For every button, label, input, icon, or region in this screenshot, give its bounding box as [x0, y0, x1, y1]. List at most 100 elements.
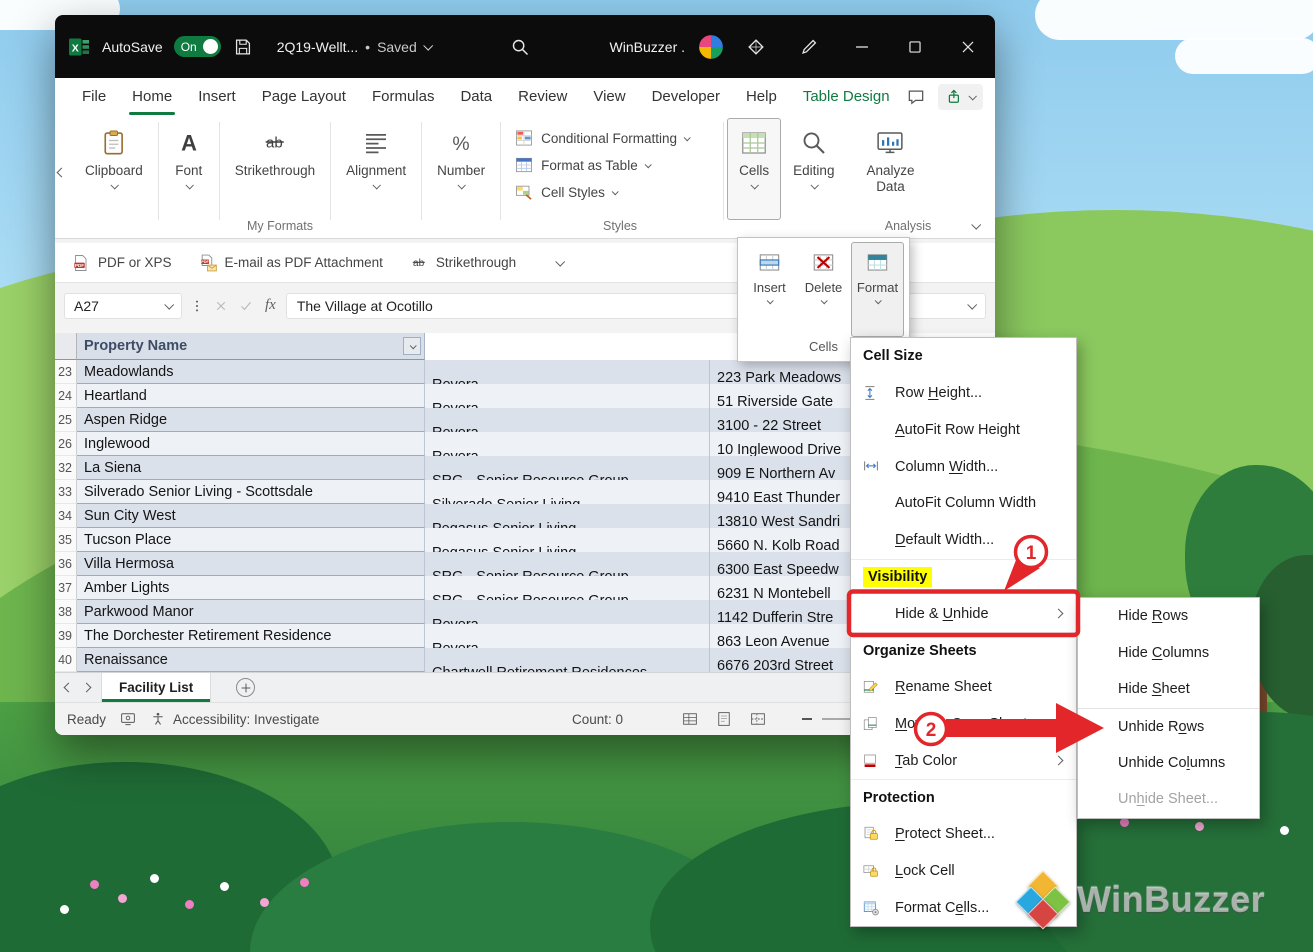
ribbon-button-number[interactable]: %Number	[425, 118, 497, 220]
ribbon-button-cell-styles[interactable]: Cell Styles	[514, 182, 710, 202]
ribbon-button-clipboard[interactable]: Clipboard	[73, 118, 155, 220]
tab-file[interactable]: File	[69, 78, 119, 115]
name-box[interactable]: A27	[64, 293, 182, 319]
ribbon-button-cells[interactable]: Cells	[727, 118, 781, 220]
cell[interactable]: Silverado Senior Living - Scottsdale	[77, 480, 425, 504]
ribbon-button-analyze-data[interactable]: Analyze Data	[846, 118, 934, 220]
tab-home[interactable]: Home	[119, 78, 185, 115]
record-icon[interactable]	[119, 710, 137, 728]
row-number[interactable]: 24	[55, 384, 77, 408]
row-number[interactable]: 25	[55, 408, 77, 432]
menu-item-move-or-copy-sheet[interactable]: Move or Copy Sheet	[851, 706, 1076, 743]
filter-button[interactable]	[403, 337, 421, 355]
comments-icon[interactable]	[906, 87, 926, 107]
cell[interactable]: Tucson Place	[77, 528, 425, 552]
cell[interactable]: Renaissance	[77, 648, 425, 672]
popup-button-delete[interactable]: Delete	[797, 242, 850, 337]
row-number[interactable]: 35	[55, 528, 77, 552]
cell[interactable]: Sun City West	[77, 504, 425, 528]
account-name[interactable]: WinBuzzer .	[610, 39, 685, 55]
tab-help[interactable]: Help	[733, 78, 790, 115]
menu-item-protect-sheet[interactable]: Protect Sheet...	[851, 816, 1076, 853]
view-break-icon[interactable]	[749, 710, 767, 728]
cancel-icon[interactable]	[212, 297, 230, 315]
formula-bar-options-icon[interactable]	[189, 298, 205, 314]
cell[interactable]: Aspen Ridge	[77, 408, 425, 432]
menu-item-row-height[interactable]: Row Height...	[851, 375, 1076, 412]
ribbon-button-editing[interactable]: Editing	[781, 118, 846, 220]
popup-button-insert[interactable]: Insert	[743, 242, 796, 337]
menu-item-autofit-row-height[interactable]: AutoFit Row Height	[851, 412, 1076, 449]
sheet-nav-left-icon[interactable]	[64, 683, 74, 693]
quick-tool-pdf-or-xps[interactable]: PDFPDF or XPS	[71, 253, 172, 273]
tab-formulas[interactable]: Formulas	[359, 78, 448, 115]
row-number[interactable]: 38	[55, 600, 77, 624]
cell[interactable]: La Siena	[77, 456, 425, 480]
maximize-button[interactable]	[894, 25, 936, 69]
cell[interactable]: Inglewood	[77, 432, 425, 456]
status-count[interactable]: Count: 0	[572, 712, 623, 727]
menu-item-format-cells[interactable]: Format Cells...	[851, 889, 1076, 926]
view-normal-icon[interactable]	[681, 710, 699, 728]
menu-item-autofit-column-width[interactable]: AutoFit Column Width	[851, 485, 1076, 522]
accessibility-status[interactable]: Accessibility: Investigate	[150, 711, 319, 727]
cell[interactable]: Heartland	[77, 384, 425, 408]
row-number[interactable]: 40	[55, 648, 77, 672]
tab-developer[interactable]: Developer	[639, 78, 733, 115]
menu-item-hide-columns[interactable]: Hide Columns	[1078, 635, 1259, 672]
tab-view[interactable]: View	[580, 78, 638, 115]
column-header-property-name[interactable]: Property Name	[77, 333, 425, 360]
tab-page-layout[interactable]: Page Layout	[249, 78, 359, 115]
ribbon-button-alignment[interactable]: Alignment	[334, 118, 418, 220]
avatar[interactable]	[698, 34, 724, 60]
row-number[interactable]: 32	[55, 456, 77, 480]
row-number[interactable]: 34	[55, 504, 77, 528]
cell[interactable]: Meadowlands	[77, 360, 425, 384]
insert-function-button[interactable]: fx	[262, 297, 279, 314]
view-layout-icon[interactable]	[715, 710, 733, 728]
ribbon-button-conditional-formatting[interactable]: Conditional Formatting	[514, 128, 710, 148]
pen-icon[interactable]	[798, 36, 820, 58]
popup-button-format[interactable]: Format	[851, 242, 904, 337]
menu-item-tab-color[interactable]: Tab Color	[851, 742, 1076, 779]
row-number[interactable]: 36	[55, 552, 77, 576]
ribbon-button-format-as-table[interactable]: Format as Table	[514, 155, 710, 175]
tab-insert[interactable]: Insert	[185, 78, 249, 115]
row-number[interactable]: 37	[55, 576, 77, 600]
diamond-icon[interactable]	[745, 36, 767, 58]
autosave-toggle[interactable]: On	[174, 36, 221, 57]
sheet-tab-facility-list[interactable]: Facility List	[101, 673, 211, 702]
tab-table-design[interactable]: Table Design	[790, 78, 903, 115]
menu-item-hide-unhide[interactable]: Hide & Unhide	[851, 595, 1076, 632]
menu-item-default-width[interactable]: Default Width...	[851, 522, 1076, 559]
cell[interactable]: The Dorchester Retirement Residence	[77, 624, 425, 648]
row-number[interactable]: 26	[55, 432, 77, 456]
save-icon[interactable]	[232, 36, 254, 58]
menu-item-lock-cell[interactable]: Lock Cell	[851, 853, 1076, 890]
menu-item-unhide-columns[interactable]: Unhide Columns	[1078, 744, 1259, 781]
tab-data[interactable]: Data	[447, 78, 505, 115]
quick-tool-e-mail-as-pdf-attachment[interactable]: PDFE-mail as PDF Attachment	[198, 253, 383, 273]
cell[interactable]: Villa Hermosa	[77, 552, 425, 576]
row-number[interactable]: 39	[55, 624, 77, 648]
cell[interactable]: Amber Lights	[77, 576, 425, 600]
cell[interactable]: Parkwood Manor	[77, 600, 425, 624]
row-number[interactable]: 33	[55, 480, 77, 504]
cell[interactable]: Chartwell Retirement Residences	[425, 648, 710, 672]
menu-item-unhide-rows[interactable]: Unhide Rows	[1078, 708, 1259, 745]
search-icon[interactable]	[509, 36, 531, 58]
menu-item-hide-rows[interactable]: Hide Rows	[1078, 598, 1259, 635]
zoom-out-icon[interactable]	[802, 718, 812, 720]
ribbon-button-font[interactable]: AFont	[162, 118, 216, 220]
minimize-button[interactable]	[841, 25, 883, 69]
tab-review[interactable]: Review	[505, 78, 580, 115]
share-button[interactable]	[938, 84, 983, 110]
menu-item-rename-sheet[interactable]: Rename Sheet	[851, 669, 1076, 706]
add-sheet-button[interactable]	[236, 678, 255, 697]
close-button[interactable]	[947, 25, 989, 69]
menu-item-hide-sheet[interactable]: Hide Sheet	[1078, 671, 1259, 708]
sheet-nav-right-icon[interactable]	[82, 683, 92, 693]
document-title[interactable]: 2Q19-Wellt... • Saved	[277, 39, 431, 55]
menu-item-column-width[interactable]: Column Width...	[851, 448, 1076, 485]
ribbon-button-strikethrough[interactable]: abStrikethrough	[223, 118, 327, 220]
